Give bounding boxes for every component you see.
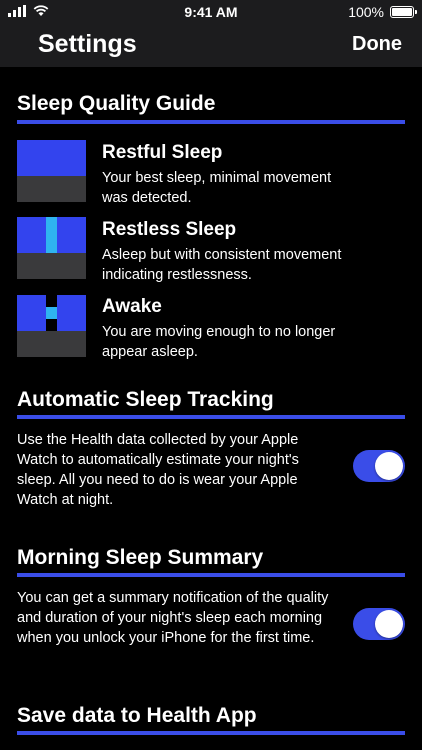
auto-tracking-header: Automatic Sleep Tracking [17, 388, 274, 411]
restless-stripe [46, 217, 57, 253]
page-title: Settings [38, 30, 137, 58]
auto-tracking-description: Use the Health data collected by your Ap… [17, 430, 337, 510]
section-divider [17, 415, 405, 419]
baseline-bar [17, 176, 86, 202]
morning-summary-description: You can get a summary notification of th… [17, 588, 347, 648]
status-right: 100% [348, 4, 417, 20]
restful-sleep-icon [17, 140, 86, 202]
description-line: You are moving enough to no longer [102, 324, 336, 340]
status-bar: 9:41 AM 100% [0, 0, 422, 24]
restless-sleep-icon [17, 217, 86, 279]
description-line: sleep. All you need to do is wear your A… [17, 472, 298, 488]
awake-title: Awake [102, 296, 162, 317]
section-divider [17, 731, 405, 735]
done-button[interactable]: Done [352, 33, 402, 56]
description-line: and duration of your night's sleep each … [17, 610, 323, 626]
awake-description: You are moving enough to no longer appea… [102, 322, 362, 362]
section-divider [17, 573, 405, 577]
sleep-quality-header: Sleep Quality Guide [17, 92, 216, 115]
description-line: Your best sleep, minimal movement [102, 170, 332, 186]
description-line: Asleep but with consistent movement [102, 247, 342, 263]
baseline-bar [17, 331, 86, 357]
battery-icon [390, 6, 417, 18]
toggle-knob [375, 610, 403, 638]
auto-tracking-toggle[interactable] [353, 450, 405, 482]
restful-sleep-title: Restful Sleep [102, 142, 223, 163]
toggle-knob [375, 452, 403, 480]
health-app-header: Save data to Health App [17, 704, 257, 727]
awake-stripe [46, 307, 57, 319]
description-line: appear asleep. [102, 344, 198, 360]
section-divider [17, 120, 405, 124]
navigation-bar: Settings Done [0, 24, 422, 67]
morning-summary-toggle[interactable] [353, 608, 405, 640]
restful-bar [17, 140, 86, 176]
description-line: when you unlock your iPhone for the firs… [17, 630, 315, 646]
restful-sleep-description: Your best sleep, minimal movement was de… [102, 168, 362, 208]
description-line: Watch at night. [17, 492, 114, 508]
description-line: Use the Health data collected by your Ap… [17, 432, 299, 448]
description-line: indicating restlessness. [102, 267, 252, 283]
restless-sleep-description: Asleep but with consistent movement indi… [102, 245, 362, 285]
description-line: was detected. [102, 190, 192, 206]
description-line: You can get a summary notification of th… [17, 590, 329, 606]
awake-icon [17, 295, 86, 357]
description-line: Watch to automatically estimate your nig… [17, 452, 299, 468]
baseline-bar [17, 253, 86, 279]
restless-sleep-title: Restless Sleep [102, 219, 237, 240]
battery-percent: 100% [348, 4, 384, 20]
morning-summary-header: Morning Sleep Summary [17, 546, 264, 569]
